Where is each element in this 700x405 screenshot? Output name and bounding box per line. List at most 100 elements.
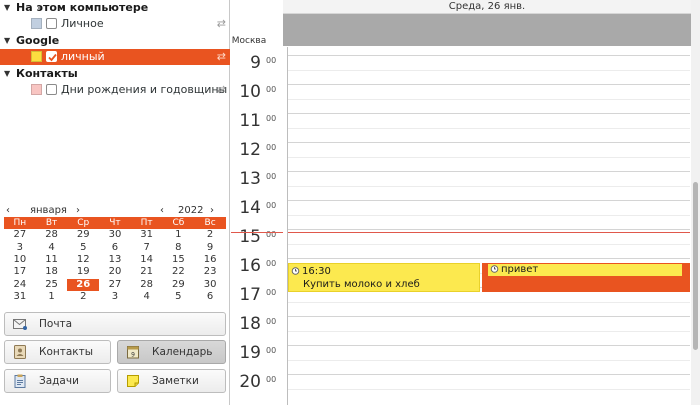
mini-calendar-day[interactable]: 20 <box>99 266 131 278</box>
mini-calendar-day[interactable]: 2 <box>67 291 99 303</box>
event-privet[interactable]: привет <box>482 263 690 292</box>
mini-calendar-day[interactable]: 9 <box>194 241 226 253</box>
mini-calendar-day[interactable]: 27 <box>4 229 36 241</box>
hour-line <box>288 84 690 85</box>
group-on-this-computer[interactable]: ▼ На этом компьютере <box>0 0 230 16</box>
hour-label: 9 <box>250 53 261 73</box>
weekday-header: Ср <box>67 217 100 229</box>
calendar-checkbox[interactable] <box>46 18 57 29</box>
mini-calendar-day[interactable]: 31 <box>4 291 36 303</box>
mini-calendar-day[interactable]: 26 <box>67 278 100 291</box>
calendar-checkbox[interactable] <box>46 84 57 95</box>
mini-calendar-day[interactable]: 4 <box>36 241 68 253</box>
half-hour-line <box>288 185 690 187</box>
mini-calendar-day[interactable]: 13 <box>99 254 131 266</box>
weekday-header: Пн <box>4 217 36 229</box>
prev-year-button[interactable]: ‹ <box>160 204 164 218</box>
mini-calendar-day[interactable]: 29 <box>67 229 99 241</box>
mini-calendar-day[interactable]: 23 <box>194 266 226 278</box>
collapse-triangle-icon[interactable]: ▼ <box>4 0 10 16</box>
mail-button[interactable]: Почта <box>4 312 226 336</box>
mini-calendar-day[interactable]: 19 <box>67 266 99 278</box>
half-hour-line <box>288 69 690 71</box>
hour-line <box>288 229 690 230</box>
minute-label: 00 <box>266 346 277 355</box>
event-buy-milk[interactable]: 16:30 Купить молоко и хлеб <box>288 263 480 292</box>
scrollbar-thumb[interactable] <box>693 182 698 350</box>
mini-calendar-day[interactable]: 8 <box>163 241 195 253</box>
next-year-button[interactable]: › <box>210 204 214 218</box>
group-google[interactable]: ▼ Google <box>0 33 230 49</box>
mini-calendar-day[interactable]: 1 <box>163 229 195 241</box>
hour-line <box>288 113 690 114</box>
hour-line <box>288 200 690 201</box>
calendar-item-personal-local[interactable]: Личное ⇄ <box>0 16 230 32</box>
calendar-color-swatch <box>31 18 42 29</box>
svg-text:9: 9 <box>131 352 135 359</box>
sync-icon: ⇄ <box>216 83 226 96</box>
mini-calendar-day[interactable]: 15 <box>163 254 195 266</box>
group-contacts[interactable]: ▼ Контакты <box>0 66 230 82</box>
contacts-button[interactable]: Контакты <box>4 340 111 364</box>
minute-label: 00 <box>266 114 277 123</box>
mini-calendar-day[interactable]: 14 <box>131 254 163 266</box>
half-hour-line <box>288 243 690 245</box>
memos-icon <box>127 375 139 387</box>
mini-calendar-day[interactable]: 24 <box>4 279 36 291</box>
half-hour-line <box>288 359 690 361</box>
mini-calendar-day[interactable]: 21 <box>131 266 163 278</box>
contacts-icon <box>14 345 26 359</box>
minute-label: 00 <box>266 201 277 210</box>
calendar-checkbox[interactable] <box>46 51 57 62</box>
year-label: 2022 <box>178 205 204 216</box>
mini-calendar-day[interactable]: 1 <box>36 291 68 303</box>
mini-calendar-day[interactable]: 11 <box>36 254 68 266</box>
mini-calendar-day[interactable]: 12 <box>67 254 99 266</box>
collapse-triangle-icon[interactable]: ▼ <box>4 33 10 49</box>
mini-calendar-day[interactable]: 25 <box>36 279 68 291</box>
mini-calendar-day[interactable]: 28 <box>131 279 163 291</box>
calendar-button[interactable]: 9 Календарь <box>117 340 226 364</box>
hour-label: 20 <box>239 372 261 392</box>
mini-calendar-day[interactable]: 7 <box>131 241 163 253</box>
weekday-header: Вт <box>35 217 68 229</box>
mini-calendar-day[interactable]: 16 <box>194 254 226 266</box>
tasks-button[interactable]: Задачи <box>4 369 111 393</box>
hour-line <box>288 142 690 143</box>
hour-line <box>288 171 690 172</box>
day-header: Среда, 26 янв. <box>283 0 691 14</box>
mini-calendar-day[interactable]: 29 <box>163 279 195 291</box>
timezone-label: Москва <box>231 36 267 46</box>
mini-calendar-day[interactable]: 6 <box>99 241 131 253</box>
mini-calendar-day[interactable]: 17 <box>4 266 36 278</box>
collapse-triangle-icon[interactable]: ▼ <box>4 66 10 82</box>
hour-label: 10 <box>239 82 261 102</box>
mini-calendar-day[interactable]: 18 <box>36 266 68 278</box>
mini-calendar-day[interactable]: 31 <box>131 229 163 241</box>
all-day-area[interactable] <box>283 14 691 46</box>
minute-label: 00 <box>266 288 277 297</box>
mini-calendar-day[interactable]: 30 <box>194 279 226 291</box>
mini-calendar-day[interactable]: 5 <box>67 241 99 253</box>
mini-calendar-day[interactable]: 5 <box>163 291 195 303</box>
calendar-item-google-personal[interactable]: личный ⇄ <box>0 49 230 65</box>
hour-label: 19 <box>239 343 261 363</box>
mini-calendar-day[interactable]: 4 <box>131 291 163 303</box>
mini-calendar-day[interactable]: 3 <box>99 291 131 303</box>
mini-calendar-day[interactable]: 10 <box>4 254 36 266</box>
day-grid[interactable]: 16:30 Купить молоко и хлеб привет <box>287 47 690 405</box>
calendar-item-birthdays[interactable]: Дни рождения и годовщины ⇄ <box>0 82 230 98</box>
mini-calendar-day[interactable]: 28 <box>36 229 68 241</box>
next-month-button[interactable]: › <box>76 204 80 218</box>
mini-calendar-day[interactable]: 6 <box>194 291 226 303</box>
mini-calendar-day[interactable]: 2 <box>194 229 226 241</box>
memos-button[interactable]: Заметки <box>117 369 226 393</box>
calendar-icon: 9 <box>127 346 139 359</box>
vertical-scrollbar[interactable] <box>691 0 700 405</box>
prev-month-button[interactable]: ‹ <box>6 204 10 218</box>
mini-calendar-day[interactable]: 27 <box>99 279 131 291</box>
mini-calendar-day[interactable]: 30 <box>99 229 131 241</box>
mini-calendar-day[interactable]: 3 <box>4 241 36 253</box>
mini-calendar-day[interactable]: 22 <box>163 266 195 278</box>
hour-label: 16 <box>239 256 261 276</box>
